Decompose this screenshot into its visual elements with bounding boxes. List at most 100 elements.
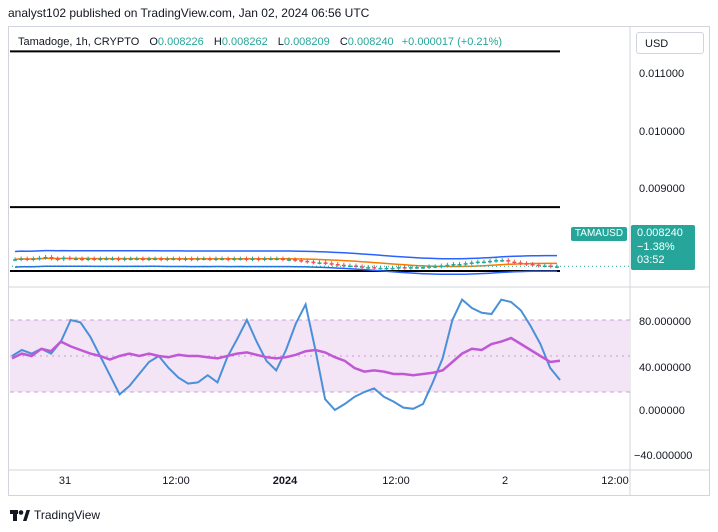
moving-average-line	[14, 257, 557, 268]
candle-body	[86, 258, 91, 261]
candle-body	[116, 258, 121, 261]
time-axis-label: 12:00	[382, 475, 410, 487]
candle-body	[487, 260, 492, 263]
oscillator-axis-label: 0.000000	[639, 405, 685, 417]
candle-body	[140, 258, 145, 261]
candle-body	[305, 260, 310, 263]
candle-body	[402, 267, 407, 269]
candle-body	[451, 263, 456, 266]
candle-body	[238, 258, 243, 261]
candle-body	[280, 258, 285, 261]
time-axis-label: 12:00	[162, 475, 190, 487]
candle-body	[317, 262, 322, 264]
close-value: 0.008240	[347, 36, 394, 48]
candle-body	[414, 267, 419, 269]
price-axis-label: 0.009000	[639, 183, 685, 195]
candle-body	[299, 260, 304, 262]
candle-body	[494, 260, 499, 262]
candle-body	[372, 267, 377, 269]
candle-body	[524, 263, 529, 265]
candle-body	[195, 258, 200, 261]
candle-body	[201, 258, 206, 261]
candle-body	[457, 263, 462, 266]
low-value: 0.008209	[283, 36, 330, 48]
open-key: O	[149, 36, 158, 48]
upper-band-line	[14, 249, 557, 260]
candle-body	[104, 258, 109, 261]
candle-body	[378, 267, 383, 270]
high-key: H	[213, 36, 222, 48]
high-value: 0.008262	[221, 36, 268, 48]
tradingview-logo[interactable]: TradingView	[10, 508, 100, 522]
candle-body	[329, 263, 334, 265]
candle-body	[19, 258, 24, 261]
candle-body	[366, 267, 371, 269]
candle-body	[293, 259, 298, 261]
candle-body	[232, 258, 237, 261]
candle-body	[475, 261, 480, 264]
candle-body	[67, 257, 72, 260]
price-axis-label: 0.010000	[639, 126, 685, 138]
tradingview-icon	[10, 510, 30, 521]
candle-body	[408, 267, 413, 269]
candle-body	[439, 265, 444, 268]
candle-body	[147, 258, 151, 261]
candle-body	[98, 258, 103, 261]
time-axis-label: 2	[501, 475, 509, 487]
oscillator-axis-label: 80.000000	[639, 316, 691, 328]
candle-body	[390, 267, 395, 270]
candle-body	[110, 258, 115, 261]
ohlc-legend: Tamadoge, 1h, CRYPTO O0.008226 H0.008262…	[18, 36, 502, 48]
candle-body	[165, 258, 170, 261]
candle-body	[177, 258, 182, 261]
candle-body	[61, 257, 66, 260]
candle-body	[427, 266, 432, 268]
price-axis-label: 0.011000	[639, 68, 685, 80]
chart-canvas[interactable]	[0, 0, 718, 532]
change-value: +0.000017 (+0.21%)	[401, 36, 503, 48]
last-price: 0.008240	[637, 227, 683, 239]
candle-body	[80, 258, 85, 261]
candle-body	[73, 258, 78, 261]
currency-button[interactable]: USD	[636, 32, 704, 54]
time-axis-label: 31	[58, 475, 72, 487]
symbol-label: Tamadoge, 1h, CRYPTO	[18, 36, 140, 48]
candle-body	[530, 263, 535, 266]
candle-body	[153, 258, 158, 261]
candle-body	[396, 267, 401, 269]
candle-body	[311, 261, 316, 264]
candle-body	[171, 258, 176, 261]
candle-body	[421, 267, 425, 269]
oscillator-axis-label: −40.000000	[634, 450, 693, 462]
candle-body	[189, 258, 194, 261]
candle-body	[226, 258, 231, 261]
candle-body	[274, 258, 279, 261]
candle-body	[128, 258, 133, 261]
candle-body	[207, 258, 212, 261]
candle-body	[134, 258, 139, 261]
candle-body	[512, 261, 517, 264]
candle-body	[287, 259, 292, 261]
candle-body	[13, 259, 18, 261]
candle-body	[256, 258, 261, 261]
candle-body	[384, 267, 389, 270]
candle-body	[323, 262, 328, 264]
candle-body	[25, 258, 30, 261]
candle-body	[341, 264, 346, 267]
candle-body	[55, 258, 60, 261]
candle-body	[335, 263, 340, 266]
candle-body	[481, 261, 486, 264]
price-change: −1.38%	[637, 240, 675, 253]
candle-body	[518, 262, 523, 264]
candle-body	[506, 260, 511, 262]
time-axis-label: 12:00	[601, 475, 629, 487]
last-price-tag: 0.008240 −1.38% 03:52	[631, 225, 695, 270]
open-value: 0.008226	[157, 36, 204, 48]
symbol-price-tag: TAMAUSD	[571, 227, 627, 241]
tradingview-brand: TradingView	[34, 508, 101, 522]
candle-body	[122, 258, 127, 261]
candle-body	[92, 258, 97, 261]
bar-countdown: 03:52	[637, 254, 665, 266]
candle-body	[469, 262, 474, 264]
candle-body	[463, 263, 468, 265]
